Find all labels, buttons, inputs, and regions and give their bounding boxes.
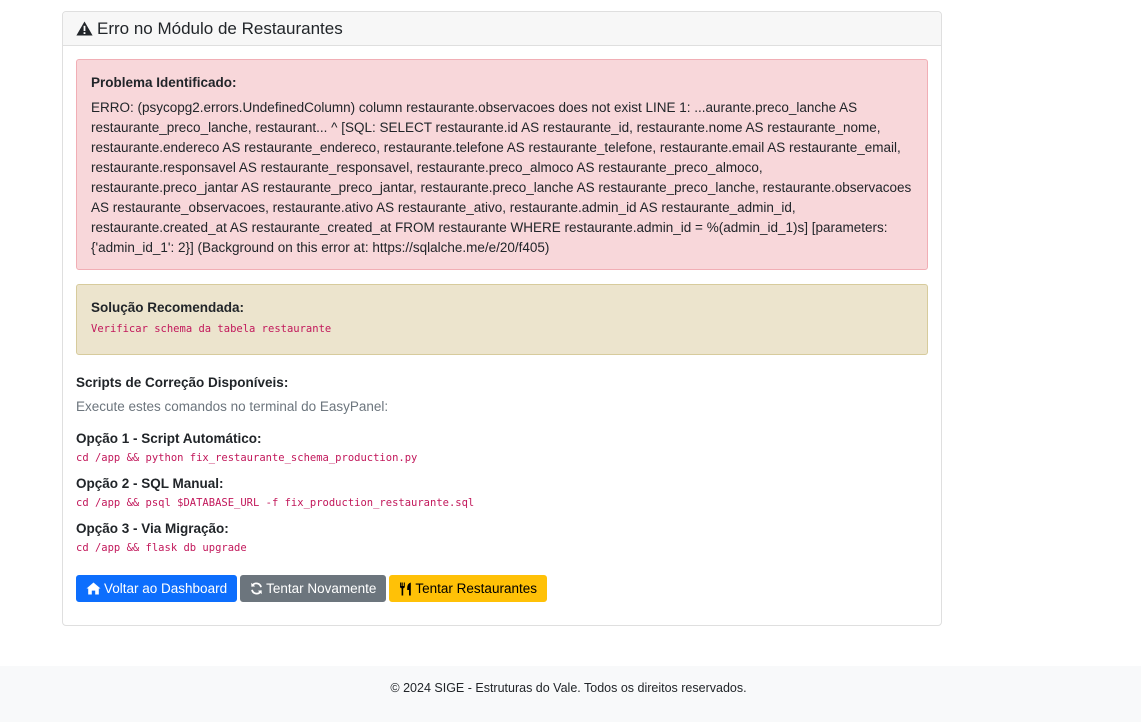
warning-triangle-icon xyxy=(76,21,93,36)
option-3-label: Opção 3 - Via Migração: xyxy=(76,521,229,536)
solution-alert: Solução Recomendada: Verificar schema da… xyxy=(76,284,928,355)
solution-code: Verificar schema da tabela restaurante xyxy=(91,323,332,335)
page-title: Erro no Módulo de Restaurantes xyxy=(97,18,343,38)
error-card: Erro no Módulo de Restaurantes Problema … xyxy=(62,11,942,626)
solution-title: Solução Recomendada: xyxy=(91,300,245,315)
card-header: Erro no Módulo de Restaurantes xyxy=(63,12,941,46)
retry-label: Tentar Novamente xyxy=(266,581,377,596)
back-to-dashboard-label: Voltar ao Dashboard xyxy=(104,581,228,596)
option-1-command: cd /app && python fix_restaurante_schema… xyxy=(76,452,418,464)
option-2-command: cd /app && psql $DATABASE_URL -f fix_pro… xyxy=(76,497,475,509)
scripts-subtitle: Execute estes comandos no terminal do Ea… xyxy=(76,399,389,414)
option-1-label: Opção 1 - Script Automático: xyxy=(76,431,262,446)
home-icon xyxy=(86,582,101,595)
scripts-title: Scripts de Correção Disponíveis: xyxy=(76,375,289,390)
utensils-icon xyxy=(400,582,412,595)
retry-button[interactable]: Tentar Novamente xyxy=(240,575,387,602)
problem-title: Problema Identificado: xyxy=(91,75,237,90)
back-to-dashboard-button[interactable]: Voltar ao Dashboard xyxy=(76,575,238,602)
error-message: ERRO: (psycopg2.errors.UndefinedColumn) … xyxy=(91,100,912,255)
retry-restaurants-button[interactable]: Tentar Restaurantes xyxy=(389,575,547,602)
page-footer: © 2024 SIGE - Estruturas do Vale. Todos … xyxy=(0,666,1141,722)
retry-restaurants-label: Tentar Restaurantes xyxy=(415,581,537,596)
problem-alert: Problema Identificado: ERRO: (psycopg2.e… xyxy=(76,59,928,270)
option-3-command: cd /app && flask db upgrade xyxy=(76,542,247,554)
footer-text: © 2024 SIGE - Estruturas do Vale. Todos … xyxy=(390,681,747,695)
refresh-icon xyxy=(251,582,262,595)
option-2-label: Opção 2 - SQL Manual: xyxy=(76,476,224,491)
action-buttons: Voltar ao Dashboard Tentar Novamente Ten… xyxy=(76,575,928,602)
